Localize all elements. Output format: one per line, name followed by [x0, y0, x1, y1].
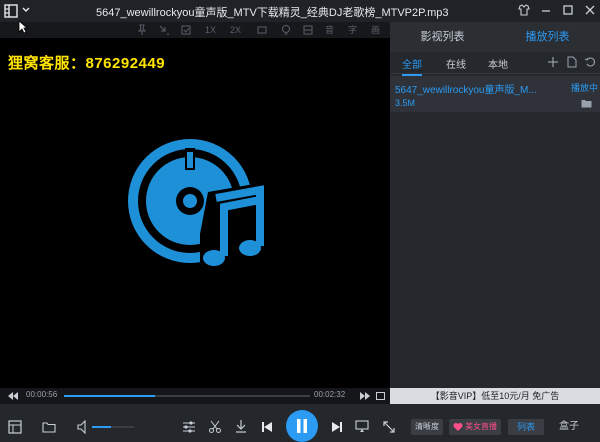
scissors-icon[interactable]: [208, 420, 222, 434]
list-button[interactable]: 列表: [508, 419, 544, 435]
speed-2x-button[interactable]: 2X: [230, 23, 241, 37]
heart-icon: [453, 423, 463, 431]
fullscreen-icon[interactable]: [382, 420, 396, 434]
total-time: 00:02:32: [314, 390, 346, 399]
live-stream-button[interactable]: 美女直播: [449, 419, 501, 435]
tab-play-list[interactable]: 播放列表: [495, 22, 600, 52]
add-icon[interactable]: [547, 56, 559, 68]
subtab-local[interactable]: 本地: [488, 56, 508, 71]
app-menu-icon[interactable]: [3, 3, 19, 19]
subtab-online[interactable]: 在线: [446, 56, 466, 71]
vip-ad-banner[interactable]: 【影音VIP】低至10元/月 免广告: [390, 388, 600, 404]
control-bar: 清晰度 美女直播 列表 盒子: [0, 404, 600, 442]
checkbox-icon[interactable]: [180, 23, 192, 37]
screen-ratio-icon[interactable]: [256, 23, 268, 37]
picture-button[interactable]: 画: [371, 23, 380, 37]
video-toolbar: 1X 2X 音 字 画: [0, 22, 390, 38]
clarity-button[interactable]: 清晰度: [411, 419, 443, 435]
tab-video-list[interactable]: 影视列表: [390, 22, 495, 52]
maximize-button[interactable]: [560, 2, 576, 18]
minimize-button[interactable]: [538, 2, 554, 18]
volume-slider[interactable]: [92, 426, 134, 428]
previous-icon[interactable]: [261, 421, 273, 433]
screenshot-icon[interactable]: [376, 392, 385, 400]
play-pause-button[interactable]: [286, 410, 318, 442]
playlist-item-name: 5647_wewillrockyou童声版_M...: [395, 85, 537, 96]
playlist-toggle-icon[interactable]: [8, 420, 22, 434]
music-disc-icon: [128, 139, 266, 276]
audio-button[interactable]: 音: [325, 23, 334, 37]
maximize-icon: [563, 5, 573, 15]
playlist-item-state: 播放中: [570, 83, 598, 93]
loop-icon[interactable]: [584, 56, 596, 68]
shirt-icon: [518, 4, 530, 16]
seek-bar[interactable]: [64, 395, 310, 397]
bulb-icon[interactable]: [280, 23, 292, 37]
open-folder-icon[interactable]: [42, 421, 56, 433]
current-time: 00:00:56: [26, 390, 58, 399]
live-stream-label: 美女直播: [465, 422, 497, 431]
equalizer-icon[interactable]: [182, 420, 196, 434]
video-area[interactable]: 狸窝客服：876292449: [0, 38, 390, 388]
download-icon[interactable]: [234, 419, 248, 434]
shrink-icon[interactable]: [158, 23, 170, 37]
picture-icon[interactable]: [302, 23, 314, 37]
pin-icon[interactable]: [136, 23, 148, 37]
title-bar: 5647_wewillrockyou童声版_MTV下载精灵_经典DJ老歌榜_MT…: [0, 0, 600, 22]
file-icon[interactable]: [566, 56, 578, 68]
playlist-panel: 影视列表 播放列表 全部 在线 本地 5647_wewillrockyou童声版…: [390, 22, 600, 388]
seek-bar-fill: [64, 395, 155, 397]
progress-bar-row: 00:00:56 00:02:32: [0, 388, 390, 404]
volume-icon[interactable]: [77, 420, 89, 434]
subtitle-button[interactable]: 字: [348, 23, 357, 37]
fast-forward-icon[interactable]: [360, 392, 370, 400]
skin-button[interactable]: [516, 2, 532, 18]
close-button[interactable]: [582, 2, 598, 18]
cast-icon[interactable]: [355, 420, 369, 433]
volume-slider-fill: [92, 426, 111, 428]
window-title: 5647_wewillrockyou童声版_MTV下载精灵_经典DJ老歌榜_MT…: [96, 7, 449, 19]
mouse-cursor-icon: [18, 20, 28, 34]
speed-1x-button[interactable]: 1X: [205, 23, 216, 37]
box-button[interactable]: 盒子: [554, 419, 584, 435]
folder-icon[interactable]: [581, 99, 592, 108]
watermark-text: 狸窝客服：876292449: [8, 55, 166, 72]
chevron-down-icon[interactable]: [21, 5, 31, 15]
pause-icon: [297, 419, 307, 433]
rewind-icon[interactable]: [8, 392, 18, 400]
minimize-icon: [542, 10, 550, 12]
close-icon: [585, 5, 595, 15]
next-icon[interactable]: [331, 421, 343, 433]
playlist-item[interactable]: 5647_wewillrockyou童声版_M... 播放中 3.5M: [390, 76, 600, 112]
playlist-item-size: 3.5M: [395, 98, 416, 108]
subtab-all[interactable]: 全部: [402, 56, 422, 76]
